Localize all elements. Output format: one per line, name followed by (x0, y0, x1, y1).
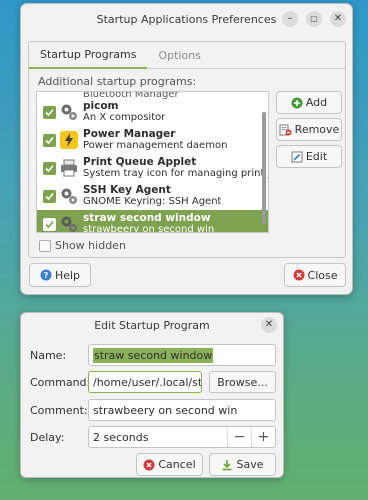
name-label: Name: (30, 349, 67, 362)
list-item-straw-second-window[interactable]: straw second window strawbeery on second… (37, 210, 268, 233)
minus-icon: − (233, 429, 246, 445)
tab-startup-programs[interactable]: Startup Programs (29, 42, 148, 69)
add-label: Add (305, 96, 328, 109)
program-name: Power Manager (83, 128, 176, 140)
plus-icon: + (257, 429, 270, 445)
show-hidden-checkbox[interactable] (39, 239, 51, 252)
close-circle-icon (293, 269, 305, 281)
edit-icon (291, 151, 303, 162)
show-hidden-toggle[interactable]: Show hidden (39, 239, 126, 252)
cancel-label: Cancel (158, 458, 196, 471)
list-item-ssh-key-agent[interactable]: SSH Key Agent GNOME Keyring: SSH Agent (37, 182, 268, 210)
close-window-button[interactable]: ✕ (330, 11, 346, 27)
list-scrollbar[interactable] (262, 112, 266, 224)
browse-button[interactable]: Browse... (209, 371, 276, 393)
comment-label: Comment: (30, 404, 88, 417)
save-download-icon (222, 459, 232, 470)
command-label: Command: (30, 376, 91, 389)
program-description: GNOME Keyring: SSH Agent (83, 196, 222, 207)
program-name: Print Queue Applet (83, 156, 197, 168)
program-name: SSH Key Agent (83, 184, 171, 196)
startup-applications-window: Startup Applications Preferences – ▢ ✕ S… (20, 3, 353, 295)
add-icon (291, 97, 303, 108)
delay-spinner[interactable]: 2 seconds − + (88, 426, 276, 448)
svg-text:?: ? (44, 271, 49, 280)
cancel-button[interactable]: Cancel (136, 453, 203, 476)
tab-options[interactable]: Options (147, 42, 211, 68)
edit-startup-program-dialog: Edit Startup Program ✕ Name: straw secon… (20, 312, 284, 478)
list-item-picom[interactable]: picom An X compositor (37, 98, 268, 126)
titlebar[interactable]: Startup Applications Preferences – ▢ ✕ (21, 4, 352, 34)
delay-label: Delay: (30, 431, 65, 444)
lightning-icon (60, 131, 78, 149)
command-field[interactable]: /home/user/.local/straw (88, 371, 202, 393)
enabled-checkbox[interactable] (43, 161, 56, 175)
enabled-checkbox[interactable] (43, 133, 56, 147)
show-hidden-label: Show hidden (55, 239, 126, 252)
enabled-checkbox[interactable] (43, 217, 56, 231)
dialog-titlebar[interactable]: Edit Startup Program ✕ (21, 313, 283, 337)
comment-field[interactable]: strawbeery on second win (88, 399, 276, 421)
program-description: An X compositor (83, 112, 166, 123)
add-button[interactable]: Add (276, 91, 342, 114)
remove-button[interactable]: Remove (276, 118, 342, 141)
dialog-title: Edit Startup Program (94, 318, 210, 332)
minimize-button[interactable]: – (282, 11, 298, 27)
cancel-icon (143, 459, 155, 470)
printer-icon (61, 159, 77, 177)
list-item-print-queue[interactable]: Print Queue Applet System tray icon for … (37, 154, 268, 182)
checkmark-icon (45, 164, 54, 172)
program-description: System tray icon for managing print jobs (83, 168, 268, 179)
dialog-close-button[interactable]: ✕ (261, 317, 277, 333)
window-title: Startup Applications Preferences (96, 12, 277, 26)
browse-label: Browse... (217, 375, 268, 389)
name-field[interactable]: straw second window (88, 344, 276, 366)
edit-button[interactable]: Edit (276, 145, 342, 168)
save-button[interactable]: Save (209, 453, 276, 476)
name-value: straw second window (93, 347, 214, 363)
list-item-power-manager[interactable]: Power Manager Power management daemon (37, 126, 268, 154)
tab-bar: Startup Programs Options (29, 42, 345, 69)
section-label: Additional startup programs: (38, 75, 197, 88)
program-name: straw second window (83, 212, 211, 224)
help-label: Help (54, 268, 81, 282)
checkmark-icon (45, 192, 54, 200)
minimize-icon: – (287, 13, 293, 24)
comment-value: strawbeery on second win (93, 403, 238, 417)
close-label: Close (307, 268, 338, 282)
remove-label: Remove (294, 123, 340, 136)
program-name: picom (83, 100, 119, 112)
close-button[interactable]: Close (284, 263, 346, 287)
tabs-frame: Startup Programs Options Additional star… (28, 41, 346, 258)
delay-value[interactable]: 2 seconds (89, 431, 227, 444)
help-button[interactable]: ? Help (29, 263, 91, 287)
enabled-checkbox[interactable] (43, 105, 56, 119)
gears-icon (61, 104, 77, 120)
maximize-icon: ▢ (310, 14, 318, 23)
delay-increment-button[interactable]: + (251, 427, 275, 447)
program-description: Power management daemon (83, 140, 228, 151)
help-icon: ? (40, 269, 52, 281)
close-icon: ✕ (333, 13, 343, 24)
gears-icon (61, 188, 77, 204)
checkmark-icon (45, 108, 54, 116)
enabled-checkbox[interactable] (43, 189, 56, 203)
checkmark-icon (45, 220, 54, 228)
close-icon: ✕ (264, 319, 274, 330)
maximize-button[interactable]: ▢ (306, 11, 322, 27)
program-description: strawbeery on second win (83, 224, 215, 233)
remove-list-icon (279, 124, 292, 135)
delay-decrement-button[interactable]: − (227, 427, 251, 447)
save-label: Save (236, 458, 264, 471)
edit-label: Edit (305, 150, 328, 163)
gears-icon (61, 216, 77, 232)
checkmark-icon (45, 136, 54, 144)
command-value: /home/user/.local/straw (93, 375, 202, 389)
startup-programs-list[interactable]: Bluetooth Manager picom An X compositor (36, 91, 269, 233)
